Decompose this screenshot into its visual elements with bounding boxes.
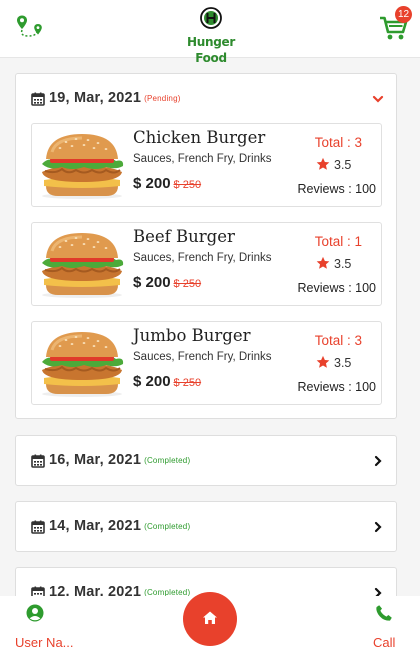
order-item[interactable]: Beef Burger Sauces, French Fry, Drinks $…	[31, 222, 382, 306]
star-icon	[316, 355, 330, 369]
item-description: Sauces, French Fry, Drinks	[133, 351, 272, 363]
chevron-right-icon[interactable]	[372, 455, 384, 467]
order-date: 14, Mar, 2021 (Completed)	[49, 518, 191, 534]
item-price: $ 200	[133, 175, 171, 192]
user-circle-icon	[26, 604, 44, 622]
brand-logo[interactable]: Hunger Food	[170, 7, 252, 65]
chevron-down-icon[interactable]	[372, 93, 384, 105]
item-total: Total : 1	[314, 234, 362, 249]
orders-list: 19, Mar, 2021 (Pending) Chicken Burger Sa…	[0, 58, 420, 596]
item-description: Sauces, French Fry, Drinks	[133, 153, 272, 165]
calendar-icon	[31, 92, 45, 106]
item-name: Jumbo Burger	[133, 326, 251, 345]
item-name: Beef Burger	[133, 227, 235, 246]
item-price-row: $ 200 $ 250	[133, 175, 201, 193]
item-total: Total : 3	[314, 135, 362, 150]
order-card: 19, Mar, 2021 (Pending) Chicken Burger Sa…	[15, 73, 397, 419]
order-status: (Completed)	[144, 456, 191, 465]
logo-badge-icon	[200, 7, 222, 29]
call-label: Call	[373, 635, 396, 650]
star-icon	[316, 157, 330, 171]
bottom-nav: User Na... Call	[0, 592, 420, 654]
user-name-label: User Na...	[15, 635, 74, 650]
star-icon	[316, 256, 330, 270]
burger-image	[36, 229, 128, 299]
order-header[interactable]: 16, Mar, 2021 (Completed)	[16, 436, 396, 486]
item-reviews: Reviews : 100	[297, 281, 376, 295]
chevron-right-icon[interactable]	[372, 521, 384, 533]
calendar-icon	[31, 454, 45, 468]
item-price-row: $ 200 $ 250	[133, 274, 201, 292]
item-old-price: $ 250	[173, 179, 202, 191]
order-status: (Completed)	[144, 522, 191, 531]
order-status: (Completed)	[144, 588, 191, 596]
burger-image	[36, 130, 128, 200]
item-rating: 3.5	[316, 355, 351, 370]
home-icon	[203, 611, 217, 624]
item-price: $ 200	[133, 373, 171, 390]
user-profile-button[interactable]: User Na...	[14, 602, 86, 650]
burger-image	[36, 328, 128, 398]
order-date: 19, Mar, 2021 (Pending)	[49, 90, 181, 106]
item-rating: 3.5	[316, 157, 351, 172]
item-description: Sauces, French Fry, Drinks	[133, 252, 272, 264]
order-date: 12, Mar, 2021 (Completed)	[49, 584, 191, 596]
item-reviews: Reviews : 100	[297, 380, 376, 394]
item-price: $ 200	[133, 274, 171, 291]
item-price-row: $ 200 $ 250	[133, 373, 201, 391]
route-map-icon[interactable]	[16, 14, 44, 42]
order-item[interactable]: Chicken Burger Sauces, French Fry, Drink…	[31, 123, 382, 207]
order-header[interactable]: 19, Mar, 2021 (Pending)	[16, 74, 396, 124]
calendar-icon	[31, 520, 45, 534]
app-header: Hunger Food 12	[0, 0, 420, 65]
call-button[interactable]: Call	[368, 602, 408, 650]
item-old-price: $ 250	[173, 377, 202, 389]
chevron-right-icon[interactable]	[372, 587, 384, 596]
item-reviews: Reviews : 100	[297, 182, 376, 196]
order-card[interactable]: 14, Mar, 2021 (Completed)	[15, 501, 397, 552]
order-status: (Pending)	[144, 94, 181, 103]
item-rating: 3.5	[316, 256, 351, 271]
home-button[interactable]	[183, 592, 237, 646]
order-card[interactable]: 16, Mar, 2021 (Completed)	[15, 435, 397, 486]
item-old-price: $ 250	[173, 278, 202, 290]
item-name: Chicken Burger	[133, 128, 266, 147]
order-header[interactable]: 14, Mar, 2021 (Completed)	[16, 502, 396, 552]
order-date: 16, Mar, 2021 (Completed)	[49, 452, 191, 468]
cart-count-badge: 12	[395, 6, 412, 23]
order-item[interactable]: Jumbo Burger Sauces, French Fry, Drinks …	[31, 321, 382, 405]
phone-icon	[376, 605, 392, 621]
item-total: Total : 3	[314, 333, 362, 348]
calendar-icon	[31, 586, 45, 596]
